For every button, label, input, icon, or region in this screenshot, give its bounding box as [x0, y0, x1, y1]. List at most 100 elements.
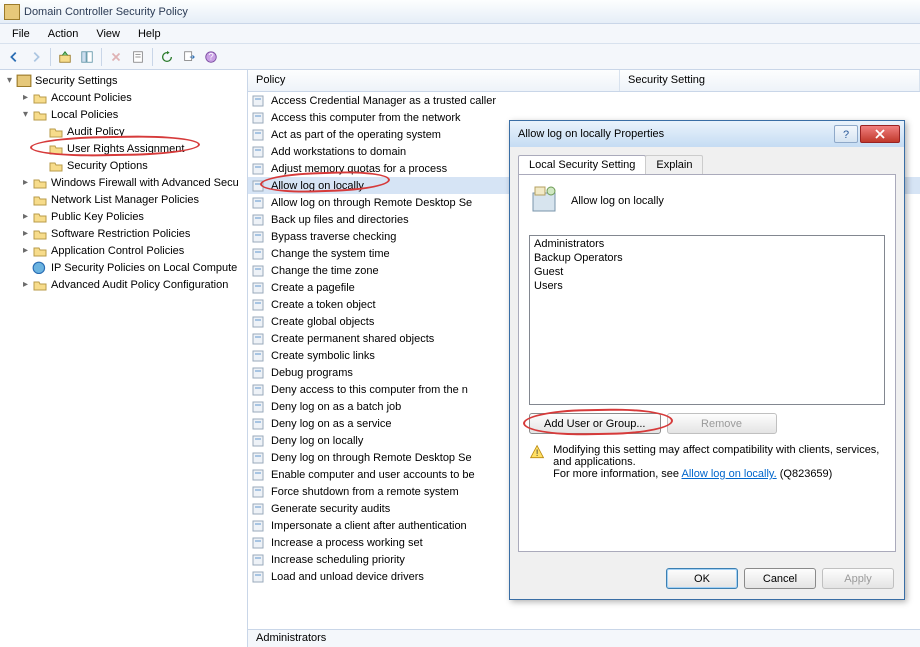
policy-label: Allow log on locally — [271, 180, 364, 192]
policy-icon — [252, 366, 268, 380]
policy-label: Access Credential Manager as a trusted c… — [271, 95, 496, 107]
tab-local-security[interactable]: Local Security Setting — [518, 155, 646, 174]
member-item[interactable]: Backup Operators — [534, 252, 880, 266]
policy-label: Load and unload device drivers — [271, 571, 424, 583]
tree-security-options[interactable]: Security Options — [0, 157, 247, 174]
svg-text:?: ? — [843, 129, 849, 140]
policy-label: Deny access to this computer from the n — [271, 384, 468, 396]
policy-icon — [252, 417, 268, 431]
menu-view[interactable]: View — [88, 26, 128, 42]
policy-icon — [252, 230, 268, 244]
help-button[interactable]: ? — [201, 47, 221, 67]
refresh-button[interactable] — [157, 47, 177, 67]
app-icon — [4, 4, 20, 20]
warning-icon: ! — [529, 444, 545, 464]
tree-label: Security Options — [67, 160, 148, 172]
folder-icon — [48, 142, 64, 156]
cancel-button[interactable]: Cancel — [744, 568, 816, 589]
up-button[interactable] — [55, 47, 75, 67]
show-hide-tree-button[interactable] — [77, 47, 97, 67]
col-setting[interactable]: Security Setting — [620, 70, 920, 91]
policy-icon — [252, 485, 268, 499]
forward-button[interactable] — [26, 47, 46, 67]
properties-dialog: Allow log on locally Properties ? Local … — [509, 120, 905, 600]
svg-text:?: ? — [208, 51, 213, 62]
warn-link[interactable]: Allow log on locally. — [682, 468, 777, 480]
apply-button[interactable]: Apply — [822, 568, 894, 589]
tree-label: Software Restriction Policies — [51, 228, 190, 240]
policy-label: Force shutdown from a remote system — [271, 486, 459, 498]
policy-label: Increase a process working set — [271, 537, 423, 549]
tree-network-list[interactable]: Network List Manager Policies — [0, 191, 247, 208]
folder-icon — [32, 227, 48, 241]
folder-icon — [32, 193, 48, 207]
policy-icon — [252, 298, 268, 312]
policy-label: Impersonate a client after authenticatio… — [271, 520, 467, 532]
tree-label: IP Security Policies on Local Compute — [51, 262, 237, 274]
statusbar: Administrators — [248, 629, 920, 647]
policy-icon — [252, 128, 268, 142]
delete-button[interactable] — [106, 47, 126, 67]
folder-icon — [32, 278, 48, 292]
tree-pane[interactable]: ▾Security Settings ▸Account Policies ▾Lo… — [0, 70, 248, 647]
tree-app-control[interactable]: ▸Application Control Policies — [0, 242, 247, 259]
folder-icon — [32, 210, 48, 224]
tree-user-rights-assignment[interactable]: User Rights Assignment — [0, 140, 247, 157]
close-button[interactable] — [860, 125, 900, 143]
tree-software-restriction[interactable]: ▸Software Restriction Policies — [0, 225, 247, 242]
tree-local-policies[interactable]: ▾Local Policies — [0, 106, 247, 123]
policy-icon — [252, 179, 268, 193]
policy-icon — [252, 315, 268, 329]
policy-icon — [252, 247, 268, 261]
tree-account-policies[interactable]: ▸Account Policies — [0, 89, 247, 106]
menu-file[interactable]: File — [4, 26, 38, 42]
tab-row: Local Security Setting Explain — [510, 147, 904, 174]
toolbar: ? — [0, 44, 920, 70]
policy-label: Create symbolic links — [271, 350, 375, 362]
dialog-titlebar[interactable]: Allow log on locally Properties ? — [510, 121, 904, 147]
tree-windows-firewall[interactable]: ▸Windows Firewall with Advanced Secu — [0, 174, 247, 191]
folder-icon — [48, 125, 64, 139]
policy-label: Generate security audits — [271, 503, 390, 515]
tree-advanced-audit[interactable]: ▸Advanced Audit Policy Configuration — [0, 276, 247, 293]
window-titlebar: Domain Controller Security Policy — [0, 0, 920, 24]
tree-ip-security[interactable]: IP Security Policies on Local Compute — [0, 259, 247, 276]
ok-button[interactable]: OK — [666, 568, 738, 589]
back-button[interactable] — [4, 47, 24, 67]
policy-icon — [252, 145, 268, 159]
policy-label: Act as part of the operating system — [271, 129, 441, 141]
policy-icon — [529, 185, 561, 217]
members-listbox[interactable]: AdministratorsBackup OperatorsGuestUsers — [529, 235, 885, 405]
tree-public-key[interactable]: ▸Public Key Policies — [0, 208, 247, 225]
policy-row[interactable]: Access Credential Manager as a trusted c… — [248, 92, 920, 109]
policy-icon — [252, 553, 268, 567]
add-user-group-button[interactable]: Add User or Group... — [529, 413, 661, 434]
folder-icon — [32, 91, 48, 105]
member-item[interactable]: Guest — [534, 266, 880, 280]
policy-label: Adjust memory quotas for a process — [271, 163, 447, 175]
policy-icon — [252, 383, 268, 397]
export-button[interactable] — [179, 47, 199, 67]
policy-label: Increase scheduling priority — [271, 554, 405, 566]
menu-help[interactable]: Help — [130, 26, 169, 42]
policy-label: Bypass traverse checking — [271, 231, 396, 243]
policy-label: Enable computer and user accounts to be — [271, 469, 475, 481]
warn-line1: Modifying this setting may affect compat… — [553, 444, 879, 468]
properties-button[interactable] — [128, 47, 148, 67]
tree-root[interactable]: ▾Security Settings — [0, 72, 247, 89]
tab-explain[interactable]: Explain — [645, 155, 703, 174]
member-item[interactable]: Users — [534, 280, 880, 294]
policy-icon — [252, 94, 268, 108]
remove-button[interactable]: Remove — [667, 413, 777, 434]
policy-label: Deny log on as a service — [271, 418, 391, 430]
list-header: Policy Security Setting — [248, 70, 920, 92]
member-item[interactable]: Administrators — [534, 238, 880, 252]
tree-audit-policy[interactable]: Audit Policy — [0, 123, 247, 140]
help-button[interactable]: ? — [834, 125, 858, 143]
policy-icon — [252, 502, 268, 516]
window-title: Domain Controller Security Policy — [24, 6, 188, 18]
folder-icon — [32, 244, 48, 258]
col-policy[interactable]: Policy — [248, 70, 620, 91]
menu-action[interactable]: Action — [40, 26, 87, 42]
policy-icon — [252, 111, 268, 125]
